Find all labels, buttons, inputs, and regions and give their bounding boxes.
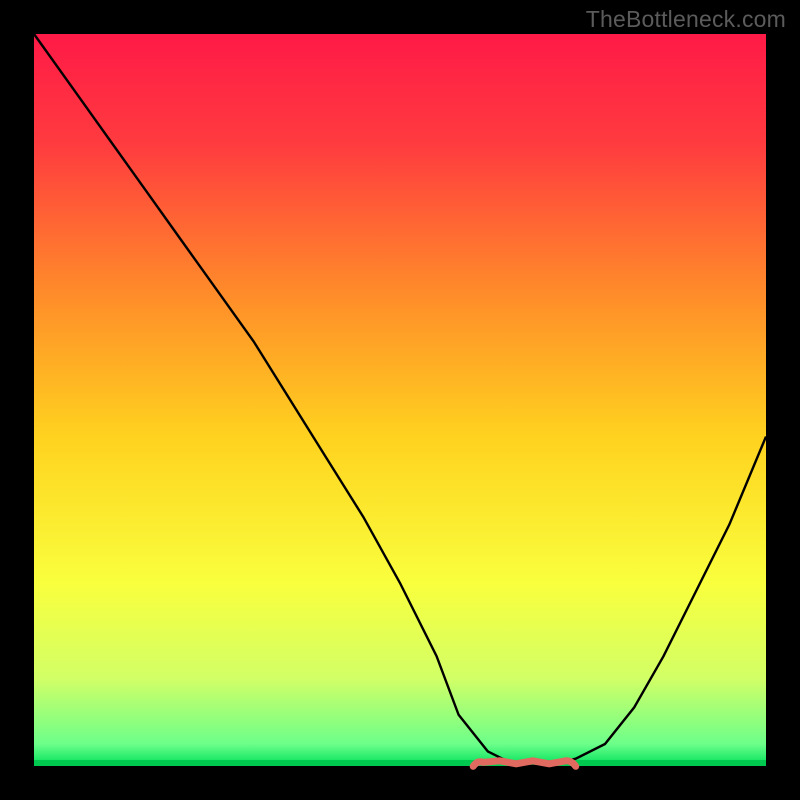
chart-frame: TheBottleneck.com [0, 0, 800, 800]
watermark-text: TheBottleneck.com [586, 6, 786, 33]
green-bottom-edge [34, 760, 766, 766]
bottleneck-chart [0, 0, 800, 800]
plot-background [34, 34, 766, 766]
